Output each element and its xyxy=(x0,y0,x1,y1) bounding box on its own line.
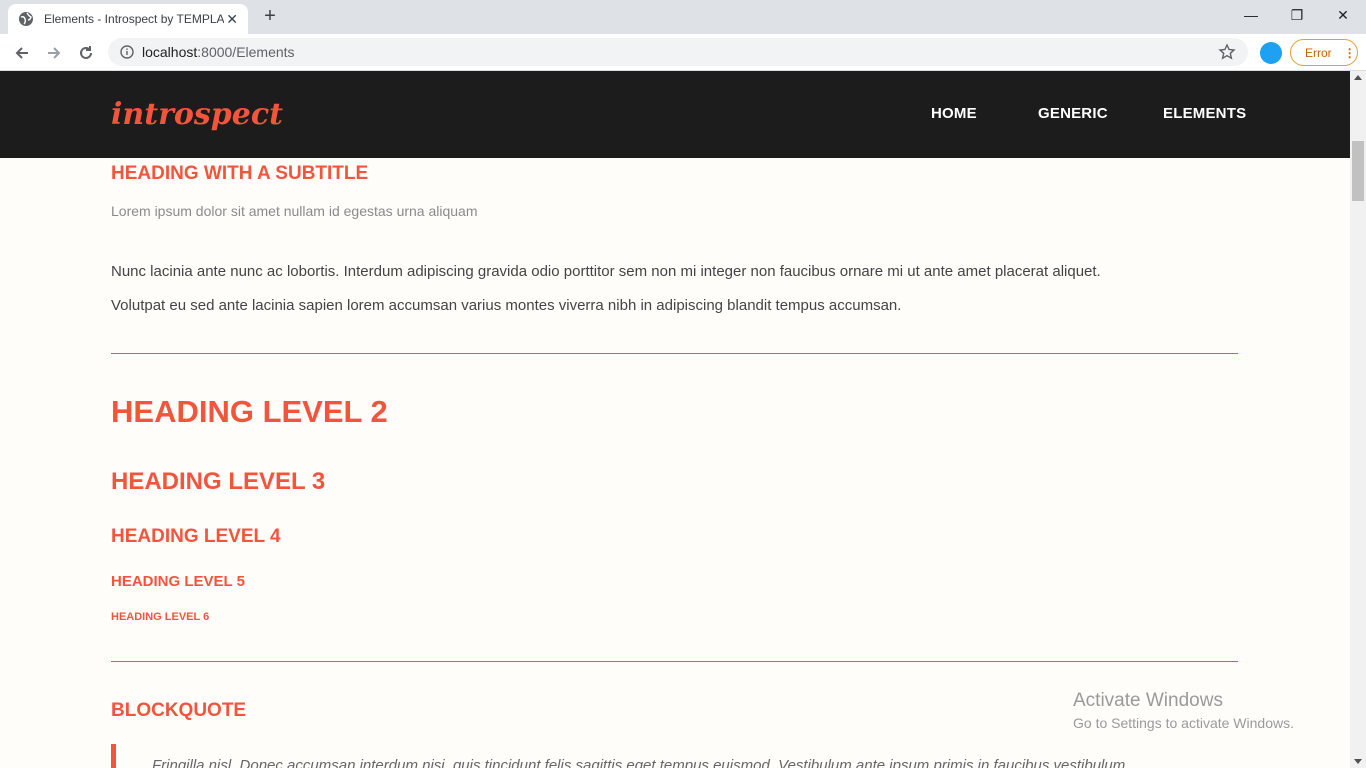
new-tab-button[interactable]: + xyxy=(258,6,282,28)
heading-level-2: HEADING LEVEL 2 xyxy=(111,394,388,429)
site-logo[interactable]: introspect xyxy=(111,97,283,132)
extension-icon[interactable] xyxy=(1260,42,1282,64)
bookmark-star-icon[interactable] xyxy=(1218,43,1236,61)
menu-kebab-icon: ⋮ xyxy=(1343,45,1356,60)
heading-level-4: HEADING LEVEL 4 xyxy=(111,526,281,547)
heading-level-3: HEADING LEVEL 3 xyxy=(111,468,326,495)
forward-icon[interactable] xyxy=(40,39,68,67)
blockquote-text: Fringilla nisl. Donec accumsan interdum … xyxy=(152,757,1130,768)
activate-windows-title: Activate Windows xyxy=(1073,690,1223,711)
url-path: :8000/Elements xyxy=(197,44,295,60)
activate-windows-watermark: Activate Windows Go to Settings to activ… xyxy=(1073,690,1294,731)
reload-icon[interactable] xyxy=(72,39,100,67)
activate-windows-subtitle: Go to Settings to activate Windows. xyxy=(1073,715,1294,731)
scroll-down-icon[interactable] xyxy=(1354,759,1362,764)
browser-tab[interactable]: Elements - Introspect by TEMPLA ✕ xyxy=(8,4,248,34)
heading-with-subtitle: HEADING WITH A SUBTITLE xyxy=(111,163,369,184)
url-text: localhost:8000/Elements xyxy=(142,44,295,60)
divider xyxy=(111,353,1238,354)
address-bar[interactable]: localhost:8000/Elements xyxy=(108,38,1248,66)
paragraph-line-2: Volutpat eu sed ante lacinia sapien lore… xyxy=(111,297,902,314)
vertical-scrollbar[interactable] xyxy=(1350,71,1366,768)
back-icon[interactable] xyxy=(8,39,36,67)
window-close-button[interactable]: ✕ xyxy=(1320,0,1366,30)
paragraph-line-1: Nunc lacinia ante nunc ac lobortis. Inte… xyxy=(111,263,1101,280)
profile-error-button[interactable]: Error ⋮ xyxy=(1290,39,1358,66)
nav-home[interactable]: HOME xyxy=(931,105,977,122)
page-viewport: introspect HOME GENERIC ELEMENTS HEADING… xyxy=(0,71,1350,768)
body-paragraph: Nunc lacinia ante nunc ac lobortis. Inte… xyxy=(111,255,1241,323)
blockquote-heading: BLOCKQUOTE xyxy=(111,700,247,721)
site-header: introspect HOME GENERIC ELEMENTS xyxy=(0,71,1350,158)
info-icon[interactable] xyxy=(120,45,134,59)
heading-level-6: HEADING LEVEL 6 xyxy=(111,611,210,623)
url-host: localhost xyxy=(142,44,198,60)
divider xyxy=(111,661,1238,662)
blockquote-border xyxy=(111,744,116,768)
nav-elements[interactable]: ELEMENTS xyxy=(1163,105,1246,122)
tab-title: Elements - Introspect by TEMPLA xyxy=(44,12,224,26)
error-label: Error xyxy=(1305,45,1332,60)
browser-tab-strip: Elements - Introspect by TEMPLA ✕ + — ❐ … xyxy=(0,0,1366,34)
restore-button[interactable]: ❐ xyxy=(1274,0,1320,30)
nav-generic[interactable]: GENERIC xyxy=(1038,105,1108,122)
tab-close-icon[interactable]: ✕ xyxy=(226,11,238,28)
browser-toolbar: localhost:8000/Elements Error ⋮ xyxy=(0,34,1366,71)
scroll-up-icon[interactable] xyxy=(1354,75,1362,80)
minimize-button[interactable]: — xyxy=(1228,0,1274,30)
scrollbar-thumb[interactable] xyxy=(1352,141,1364,201)
heading-level-5: HEADING LEVEL 5 xyxy=(111,573,245,590)
globe-icon xyxy=(18,11,34,27)
subtitle-text: Lorem ipsum dolor sit amet nullam id ege… xyxy=(111,203,478,219)
